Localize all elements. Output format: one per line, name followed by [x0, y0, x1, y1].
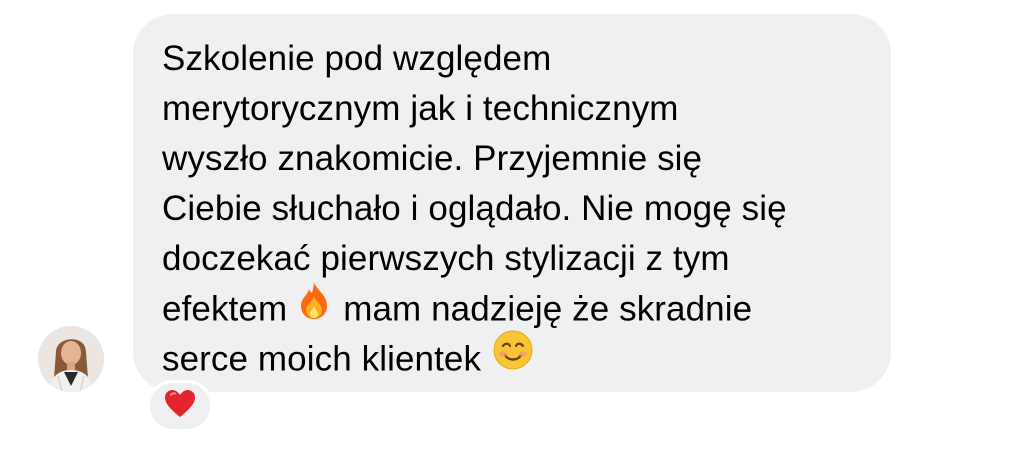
message-line-with-emoji: serce moich klientek: [162, 330, 787, 384]
avatar-photo: [38, 326, 104, 392]
message-line: wyszło znakomicie. Przyjemnie się: [162, 139, 703, 178]
message-text: Szkolenie pod względem merytorycznym jak…: [162, 34, 787, 384]
smiling-face-icon: [493, 330, 533, 384]
message-line-part: mam nadzieję że skradnie: [343, 289, 753, 329]
fire-icon: [297, 280, 331, 334]
message-bubble[interactable]: Szkolenie pod względem merytorycznym jak…: [133, 14, 891, 392]
message-line: Szkolenie pod względem: [162, 39, 552, 78]
message-line: merytorycznym jak i technicznym: [162, 89, 679, 128]
heart-icon: [164, 389, 196, 424]
message-line-part: serce moich klientek: [162, 339, 482, 379]
reaction-badge[interactable]: [147, 380, 213, 432]
message-line-with-emoji: efektem mam nadzieję że skradnie: [162, 282, 787, 334]
message-line: Ciebie słuchało i oglądało. Nie mogę się: [162, 189, 787, 228]
avatar[interactable]: [38, 326, 104, 392]
message-line: doczekać pierwszych stylizacji z tym: [162, 239, 730, 278]
message-line-part: efektem: [162, 289, 288, 329]
